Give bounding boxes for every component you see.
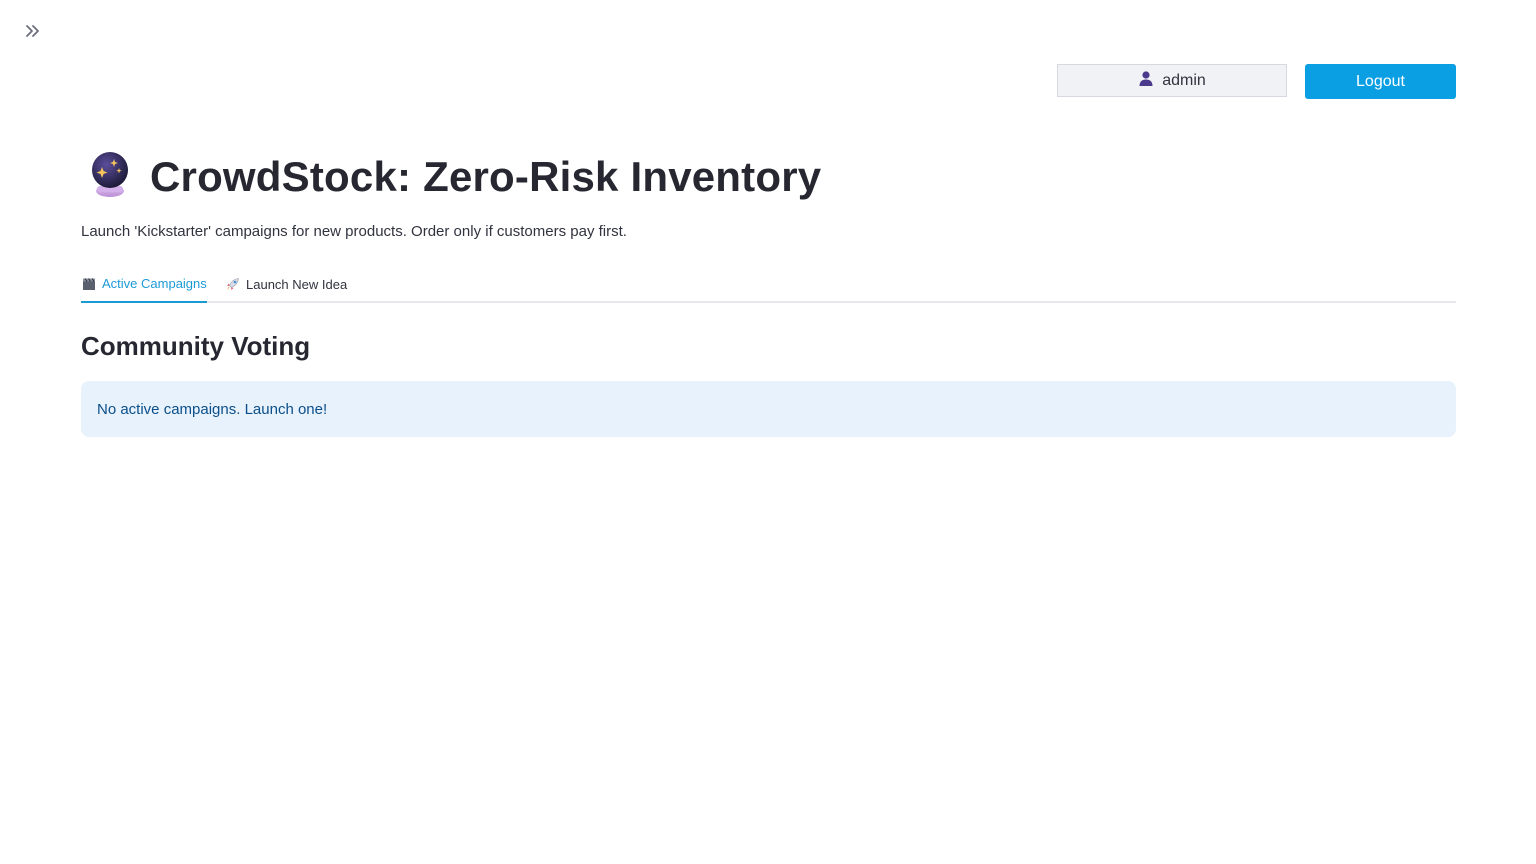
tab-label: Launch New Idea [246,277,348,292]
app-page: admin Logout CrowdStock: Zero-Risk Inven… [0,0,1536,864]
section-heading: Community Voting [81,331,311,361]
rocket-icon [225,277,240,292]
user-badge: admin [1057,64,1287,97]
info-alert: No active campaigns. Launch one! [81,381,1456,437]
logout-button[interactable]: Logout [1305,64,1456,99]
tab-launch-new-idea[interactable]: Launch New Idea [225,266,347,303]
page-title: CrowdStock: Zero-Risk Inventory [150,152,822,200]
user-icon [1138,70,1154,91]
tab-active-campaigns[interactable]: Active Campaigns [81,266,207,303]
info-message: No active campaigns. Launch one! [97,400,328,418]
sidebar-expand-icon[interactable] [22,20,44,42]
clapper-board-icon [81,276,96,291]
title-row: CrowdStock: Zero-Risk Inventory [88,150,821,203]
crystal-ball-icon [88,150,132,203]
username-label: admin [1162,71,1206,89]
tab-label: Active Campaigns [102,276,207,291]
page-subtitle: Launch 'Kickstarter' campaigns for new p… [81,223,627,240]
tab-bar: Active Campaigns Launch New Idea [81,266,1456,303]
